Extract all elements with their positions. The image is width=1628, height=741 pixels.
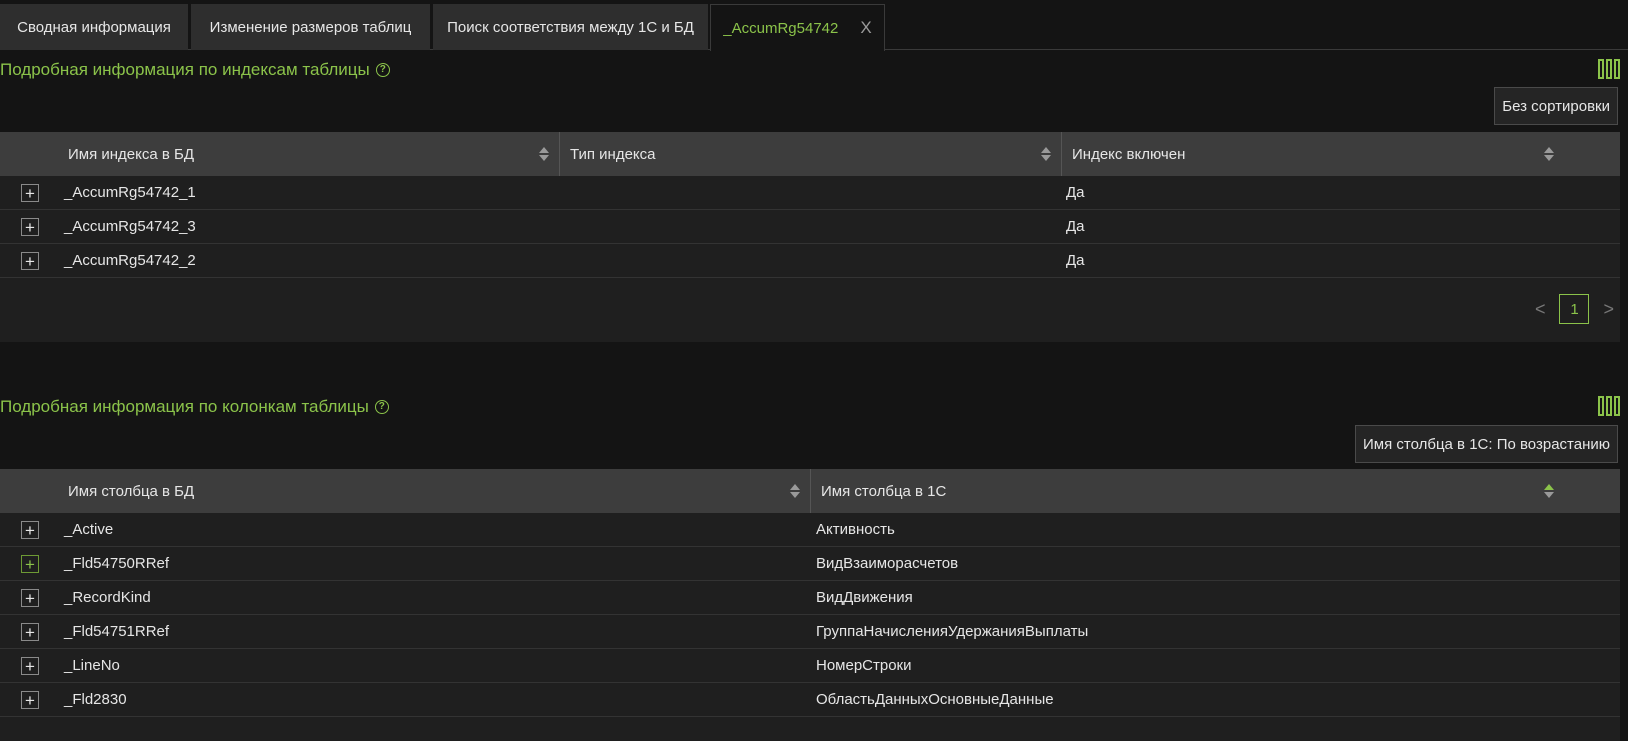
expand-icon[interactable]: +: [21, 252, 39, 270]
index-name-cell: _AccumRg54742_1: [64, 184, 196, 201]
sort-button[interactable]: Без сортировки: [1494, 87, 1618, 125]
db-column-cell: _Fld54750RRef: [64, 555, 170, 572]
db-column-cell: _Active: [64, 521, 114, 538]
table-header: Имя индекса в БД Тип индекса Индекс вклю…: [0, 132, 1620, 176]
onec-column-cell: ВидВзаиморасчетов: [816, 555, 959, 572]
index-enabled-cell: Да: [1066, 218, 1085, 235]
table-row[interactable]: + _Active Активность: [0, 513, 1620, 547]
header-label: Имя столбца в 1С: [821, 482, 947, 500]
table-row[interactable]: + _Fld54751RRef ГруппаНачисленияУдержани…: [0, 615, 1620, 649]
tab-label: Изменение размеров таблиц: [209, 18, 412, 36]
columns-settings-icon[interactable]: [1598, 59, 1620, 79]
column-header-1c-name[interactable]: Имя столбца в 1С: [810, 469, 1564, 513]
sort-arrows-icon[interactable]: [1041, 147, 1051, 161]
expand-icon[interactable]: +: [21, 521, 39, 539]
table-row[interactable]: + _Fld2830 ОбластьДанныхОсновныеДанные: [0, 683, 1620, 717]
tab-label: _AccumRg54742: [723, 19, 839, 37]
column-header-db-name[interactable]: Имя столбца в БД: [58, 469, 810, 513]
header-label: Индекс включен: [1072, 145, 1186, 163]
index-name-cell: _AccumRg54742_3: [64, 218, 196, 235]
onec-column-cell: Активность: [816, 521, 895, 538]
tab-accumrg54742[interactable]: _AccumRg54742 X: [710, 4, 885, 51]
column-header-index-name[interactable]: Имя индекса в БД: [58, 132, 559, 176]
table-row[interactable]: + _AccumRg54742_3 Да: [0, 210, 1620, 244]
expand-icon[interactable]: +: [21, 623, 39, 641]
next-page-icon[interactable]: >: [1603, 299, 1614, 320]
expand-icon[interactable]: +: [21, 657, 39, 675]
expand-icon[interactable]: +: [21, 184, 39, 202]
columns-section-title: Подробная информация по колонкам таблицы…: [0, 397, 389, 417]
db-column-cell: _Fld54751RRef: [64, 623, 170, 640]
table-row[interactable]: + _AccumRg54742_1 Да: [0, 176, 1620, 210]
indexes-table: Имя индекса в БД Тип индекса Индекс вклю…: [0, 132, 1620, 342]
sort-ascending-icon[interactable]: [1544, 484, 1554, 498]
help-icon[interactable]: ?: [374, 400, 389, 414]
table-row[interactable]: + _LineNo НомерСтроки: [0, 649, 1620, 683]
onec-column-cell: ОбластьДанныхОсновныеДанные: [816, 691, 1054, 708]
close-icon[interactable]: X: [860, 18, 871, 38]
help-icon[interactable]: ?: [375, 63, 390, 77]
columns-table: Имя столбца в БД Имя столбца в 1С + _Act…: [0, 469, 1620, 741]
expand-icon[interactable]: +: [21, 589, 39, 607]
tab-resize-tables[interactable]: Изменение размеров таблиц: [191, 4, 430, 50]
header-label: Имя столбца в БД: [68, 482, 195, 500]
indexes-section-title: Подробная информация по индексам таблицы…: [0, 60, 390, 80]
page-1-button[interactable]: 1: [1559, 294, 1590, 324]
section-title-text: Подробная информация по колонкам таблицы: [0, 397, 369, 416]
onec-column-cell: ГруппаНачисленияУдержанияВыплаты: [816, 623, 1089, 640]
db-column-cell: _LineNo: [64, 657, 120, 674]
onec-column-cell: ВидДвижения: [816, 589, 913, 606]
tab-label: Сводная информация: [17, 18, 171, 36]
db-column-cell: _RecordKind: [64, 589, 151, 606]
column-header-index-type[interactable]: Тип индекса: [559, 132, 1061, 176]
expand-icon[interactable]: +: [21, 218, 39, 236]
prev-page-icon[interactable]: <: [1535, 299, 1546, 320]
pagination: < 1 >: [1535, 294, 1614, 324]
table-row[interactable]: + _RecordKind ВидДвижения: [0, 581, 1620, 615]
column-header-index-enabled[interactable]: Индекс включен: [1061, 132, 1564, 176]
tab-bar: Сводная информация Изменение размеров та…: [0, 0, 1628, 51]
onec-column-cell: НомерСтроки: [816, 657, 912, 674]
db-column-cell: _Fld2830: [64, 691, 127, 708]
expand-icon[interactable]: +: [21, 691, 39, 709]
sort-button-label: Имя столбца в 1С: По возрастанию: [1363, 435, 1610, 453]
tab-summary[interactable]: Сводная информация: [0, 4, 188, 50]
header-label: Имя индекса в БД: [68, 145, 195, 163]
table-row[interactable]: + _Fld54750RRef ВидВзаиморасчетов: [0, 547, 1620, 581]
table-row[interactable]: + _AccumRg54742_2 Да: [0, 244, 1620, 278]
columns-settings-icon[interactable]: [1598, 396, 1620, 416]
section-title-text: Подробная информация по индексам таблицы: [0, 60, 370, 79]
index-name-cell: _AccumRg54742_2: [64, 252, 196, 269]
expand-icon[interactable]: +: [21, 555, 39, 573]
sort-arrows-icon[interactable]: [539, 147, 549, 161]
sort-button[interactable]: Имя столбца в 1С: По возрастанию: [1355, 425, 1618, 463]
sort-arrows-icon[interactable]: [790, 484, 800, 498]
header-label: Тип индекса: [570, 145, 656, 163]
tab-label: Поиск соответствия между 1С и БД: [447, 18, 694, 36]
sort-button-label: Без сортировки: [1502, 97, 1610, 115]
tab-match-1c-db[interactable]: Поиск соответствия между 1С и БД: [433, 4, 708, 50]
index-enabled-cell: Да: [1066, 184, 1085, 201]
index-enabled-cell: Да: [1066, 252, 1085, 269]
sort-arrows-icon[interactable]: [1544, 147, 1554, 161]
table-header: Имя столбца в БД Имя столбца в 1С: [0, 469, 1620, 513]
